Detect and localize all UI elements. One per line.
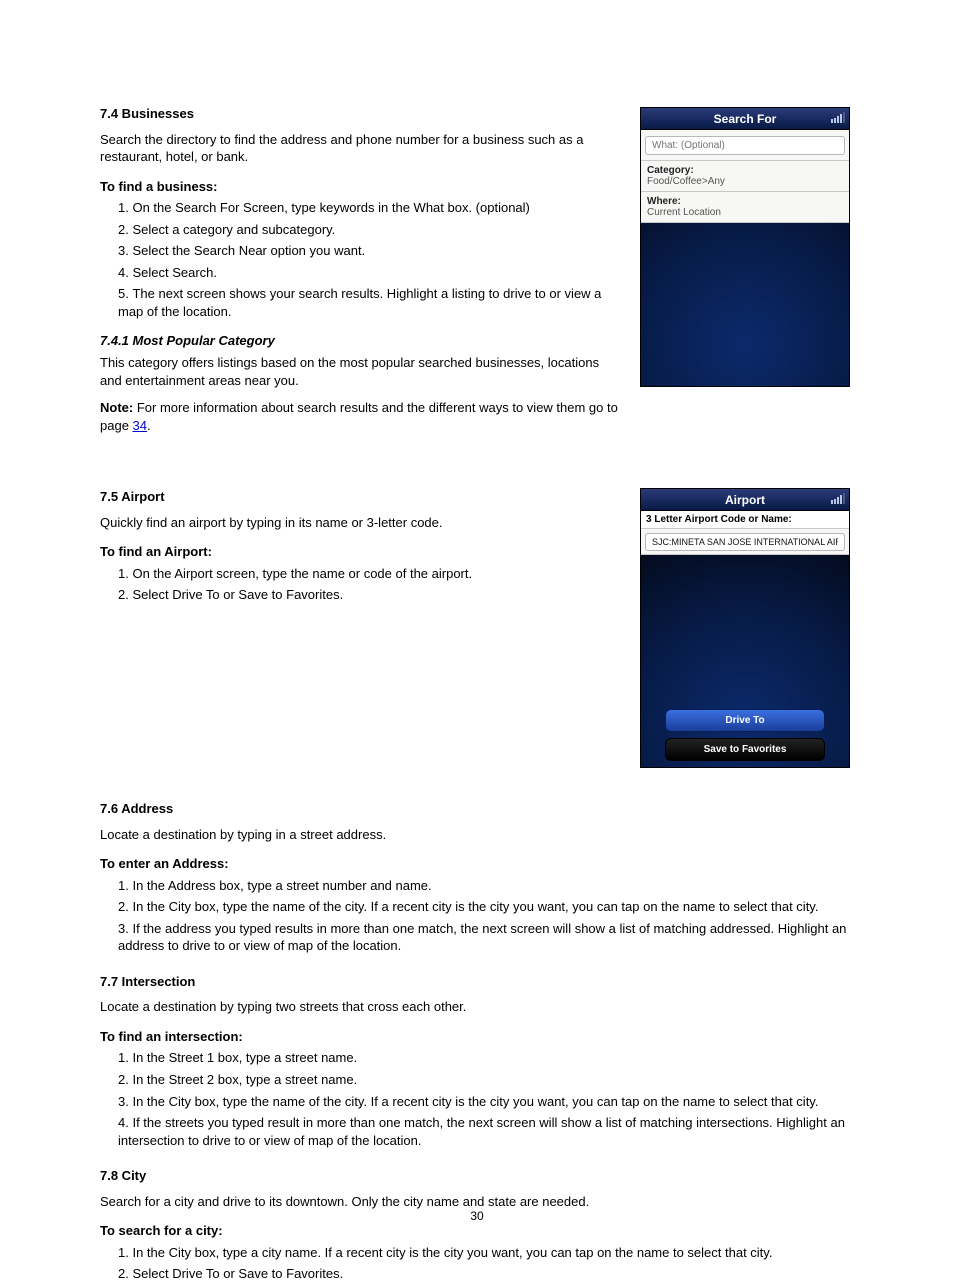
step-text: In the City box, type the name of the ci… <box>132 1094 818 1109</box>
section-heading-address: 7.6 Address <box>100 800 860 818</box>
section-intro-businesses: Search the directory to find the address… <box>100 131 620 166</box>
where-row[interactable]: Where: Current Location <box>641 192 849 223</box>
step-text: Select the Search Near option you want. <box>132 243 365 258</box>
page-number: 30 <box>0 1209 954 1223</box>
airport-prompt: 3 Letter Airport Code or Name: <box>641 511 849 529</box>
what-input[interactable] <box>645 136 845 155</box>
step-item: 1. In the Address box, type a street num… <box>118 877 860 895</box>
airport-input-row <box>641 529 849 555</box>
step-text: In the Street 2 box, type a street name. <box>132 1072 357 1087</box>
step-item: 1. In the Street 1 box, type a street na… <box>118 1049 860 1067</box>
steps-title-city: To search for a city: <box>100 1222 860 1240</box>
what-input-row <box>641 130 849 161</box>
section-heading-airport: 7.5 Airport <box>100 488 620 506</box>
step-text: In the Address box, type a street number… <box>132 878 431 893</box>
step-item: 2. In the City box, type the name of the… <box>118 898 860 916</box>
category-value: Food/Coffee>Any <box>647 176 843 187</box>
section-heading-businesses: 7.4 Businesses <box>100 105 620 123</box>
note-label: Note: <box>100 400 133 415</box>
phone-header: Airport <box>641 489 849 511</box>
step-item: 2. Select a category and subcategory. <box>118 221 620 239</box>
note-block: Note: For more information about search … <box>100 399 620 434</box>
step-text: In the Street 1 box, type a street name. <box>132 1050 357 1065</box>
where-label: Where: <box>647 196 843 207</box>
phone-title: Search For <box>714 112 777 126</box>
category-row[interactable]: Category: Food/Coffee>Any <box>641 161 849 192</box>
where-value: Current Location <box>647 207 843 218</box>
step-item: 3. Select the Search Near option you wan… <box>118 242 620 260</box>
step-text: The next screen shows your search result… <box>118 286 601 319</box>
step-item: 1. On the Airport screen, type the name … <box>118 565 620 583</box>
save-favorites-button[interactable]: Save to Favorites <box>665 738 825 761</box>
step-text: If the address you typed results in more… <box>118 921 846 954</box>
step-text: On the Airport screen, type the name or … <box>132 566 472 581</box>
signal-icon <box>831 112 845 123</box>
step-text: Select Drive To or Save to Favorites. <box>132 1266 343 1281</box>
step-item: 1. In the City box, type a city name. If… <box>118 1244 860 1262</box>
step-item: 2. In the Street 2 box, type a street na… <box>118 1071 860 1089</box>
step-item: 2. Select Drive To or Save to Favorites. <box>118 1265 860 1283</box>
steps-title-businesses: To find a business: <box>100 178 620 196</box>
step-item: 2. Select Drive To or Save to Favorites. <box>118 586 620 604</box>
note-page-link[interactable]: 34 <box>133 418 147 433</box>
step-item: 5. The next screen shows your search res… <box>118 285 620 320</box>
step-text: In the City box, type a city name. If a … <box>132 1245 772 1260</box>
note-after: . <box>147 418 151 433</box>
steps-title-address: To enter an Address: <box>100 855 860 873</box>
signal-icon <box>831 493 845 504</box>
airport-code-input[interactable] <box>645 533 845 551</box>
section-intro-intersection: Locate a destination by typing two stree… <box>100 998 860 1016</box>
screenshot-airport: Airport 3 Letter Airport Code or Name: D… <box>640 488 850 768</box>
steps-title-airport: To find an Airport: <box>100 543 620 561</box>
note-link-text: page <box>100 418 129 433</box>
phone-header: Search For <box>641 108 849 130</box>
step-item: 1. On the Search For Screen, type keywor… <box>118 199 620 217</box>
step-text: Select a category and subcategory. <box>132 222 335 237</box>
step-item: 3. In the City box, type the name of the… <box>118 1093 860 1111</box>
section-heading-intersection: 7.7 Intersection <box>100 973 860 991</box>
phone-title: Airport <box>725 493 765 507</box>
screenshot-search-for: Search For Category: Food/Coffee>Any Whe… <box>640 107 850 387</box>
section-intro-city: Search for a city and drive to its downt… <box>100 1193 860 1211</box>
step-text: In the City box, type the name of the ci… <box>132 899 818 914</box>
step-text: Select Search. <box>132 265 217 280</box>
step-item: 3. If the address you typed results in m… <box>118 920 860 955</box>
note-text: For more information about search result… <box>137 400 618 415</box>
section-intro-airport: Quickly find an airport by typing in its… <box>100 514 620 532</box>
step-item: 4. If the streets you typed result in mo… <box>118 1114 860 1149</box>
steps-title-intersection: To find an intersection: <box>100 1028 860 1046</box>
step-text: Select Drive To or Save to Favorites. <box>132 587 343 602</box>
drive-to-button[interactable]: Drive To <box>665 709 825 732</box>
step-text: On the Search For Screen, type keywords … <box>132 200 529 215</box>
section-heading-city: 7.8 City <box>100 1167 860 1185</box>
step-item: 4. Select Search. <box>118 264 620 282</box>
category-label: Category: <box>647 165 843 176</box>
subsection-text-popular: This category offers listings based on t… <box>100 354 620 389</box>
section-intro-address: Locate a destination by typing in a stre… <box>100 826 860 844</box>
subsection-heading-popular: 7.4.1 Most Popular Category <box>100 332 620 350</box>
step-text: If the streets you typed result in more … <box>118 1115 845 1148</box>
